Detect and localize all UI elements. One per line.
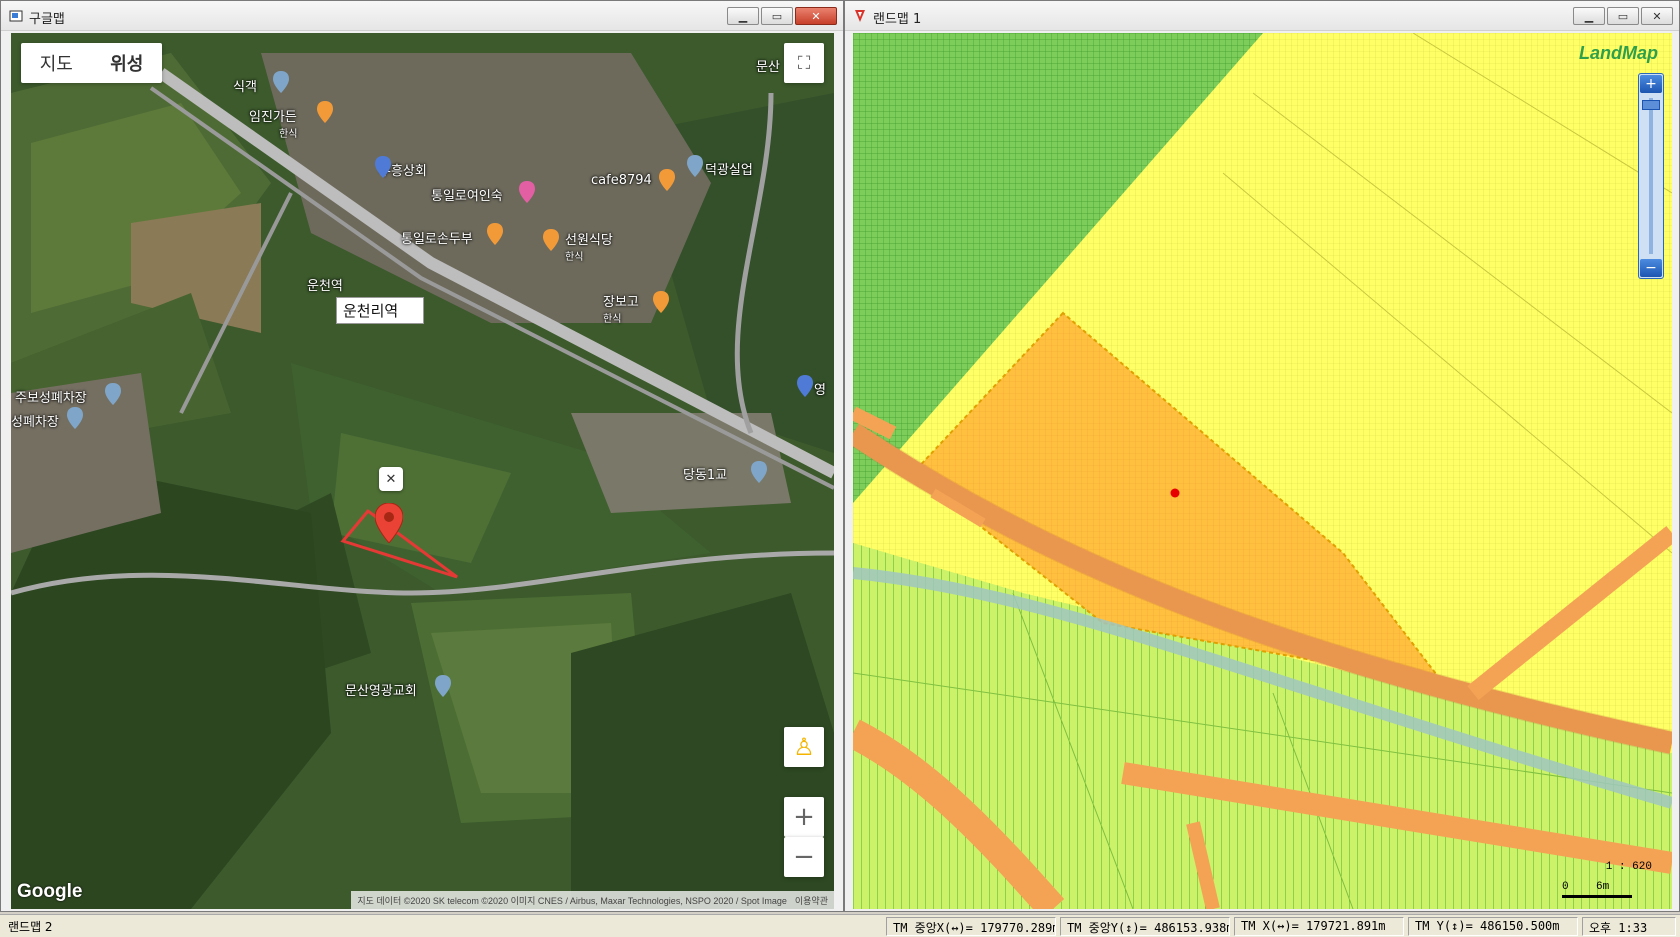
- fullscreen-icon: ⛶: [797, 52, 811, 74]
- zoom-in-button[interactable]: +: [1640, 75, 1662, 93]
- poi-label[interactable]: 문산: [756, 56, 780, 75]
- plus-icon: +: [1645, 76, 1657, 92]
- status-tm-y: TM Y(↕)= 486150.500m: [1408, 917, 1578, 936]
- zoom-out-button[interactable]: −: [1640, 259, 1662, 277]
- minimize-button[interactable]: ▁: [727, 7, 759, 25]
- cafe-pin-icon[interactable]: [659, 169, 675, 191]
- window-title: 구글맵: [29, 12, 65, 27]
- poi-label[interactable]: 덕광실업: [705, 159, 753, 178]
- street-view-pegman-button[interactable]: ♙: [784, 727, 824, 767]
- restaurant-pin-icon[interactable]: [487, 223, 503, 245]
- church-pin-icon[interactable]: [435, 675, 451, 697]
- status-time: 오후 1:33: [1582, 917, 1676, 936]
- lodging-pin-icon[interactable]: [519, 181, 535, 203]
- maximize-icon: ▭: [771, 9, 783, 23]
- close-button[interactable]: ✕: [795, 7, 837, 25]
- restaurant-pin-icon[interactable]: [543, 229, 559, 251]
- zoom-track[interactable]: [1649, 98, 1653, 254]
- minimize-button[interactable]: ▁: [1573, 7, 1605, 25]
- scale-ratio: 1 : 620: [1605, 861, 1652, 873]
- pin-icon[interactable]: [687, 155, 703, 177]
- restaurant-pin-icon[interactable]: [317, 101, 333, 123]
- scale-line: [1562, 895, 1632, 898]
- landmap-window: 랜드맵 1 ▁ ▭ ✕ LandMap + − 1: 620 0 6m: [844, 0, 1680, 912]
- zoning-map[interactable]: LandMap + − 1 : 620 0 6m: [853, 33, 1672, 909]
- poi-label[interactable]: 성폐차장: [11, 411, 59, 430]
- attribution-text: 지도 데이터 ©2020 SK telecom ©2020 이미지 CNES /…: [357, 895, 787, 906]
- minus-icon: −: [1645, 260, 1657, 276]
- pin-icon[interactable]: [67, 407, 83, 429]
- desktop: 구글맵 ▁ ▭ ✕ ✕ 운천리역 식객 임진가든 한식 부흥상회 통일로여인숙 …: [0, 0, 1680, 937]
- poi-label[interactable]: 식객: [233, 76, 257, 95]
- minimize-icon: ▁: [1584, 9, 1594, 23]
- close-icon: ✕: [811, 9, 821, 23]
- maximize-icon: ▭: [1617, 9, 1629, 23]
- scale-zero: 0: [1562, 881, 1569, 893]
- map-attribution: 지도 데이터 ©2020 SK telecom ©2020 이미지 CNES /…: [351, 891, 834, 909]
- bridge-pin-icon[interactable]: [751, 461, 767, 483]
- window-title: 랜드맵 1: [873, 12, 922, 27]
- location-pin-icon[interactable]: [375, 503, 403, 543]
- titlebar[interactable]: 구글맵 ▁ ▭ ✕: [1, 1, 843, 31]
- zoom-in-button[interactable]: +: [784, 797, 824, 837]
- minimize-icon: ▁: [738, 9, 748, 23]
- google-logo: Google: [17, 881, 83, 902]
- landmap-app-icon: [855, 10, 865, 22]
- maximize-button[interactable]: ▭: [761, 7, 793, 25]
- minus-icon: −: [793, 842, 815, 872]
- pin-icon[interactable]: [273, 71, 289, 93]
- poi-label[interactable]: 통일로손두부: [401, 228, 473, 247]
- map-type-control: 지도 위성: [21, 43, 162, 83]
- app-icon: [9, 10, 23, 22]
- status-left: 랜드맵 2: [8, 920, 53, 934]
- poi-label[interactable]: 선원식당 한식: [565, 229, 613, 263]
- zoom-handle[interactable]: [1642, 100, 1660, 110]
- maximize-button[interactable]: ▭: [1607, 7, 1639, 25]
- restaurant-pin-icon[interactable]: [653, 291, 669, 313]
- zoom-slider[interactable]: + −: [1638, 73, 1664, 279]
- landmap-logo: LandMap: [1579, 43, 1658, 63]
- close-button[interactable]: ✕: [1641, 7, 1673, 25]
- pegman-icon: ♙: [793, 733, 815, 761]
- terms-link[interactable]: 이용약관: [795, 894, 828, 907]
- plus-icon: +: [793, 802, 815, 832]
- close-icon: ✕: [1652, 9, 1662, 23]
- poi-label[interactable]: 통일로여인숙: [431, 185, 503, 204]
- poi-label[interactable]: 운천역: [307, 275, 343, 294]
- selected-place-label: 운천리역: [336, 297, 424, 324]
- poi-label[interactable]: 영: [814, 379, 826, 398]
- shopping-pin-icon[interactable]: [797, 375, 813, 397]
- scale-unit: 6m: [1596, 881, 1610, 893]
- fullscreen-button[interactable]: ⛶: [784, 43, 824, 83]
- close-icon: ✕: [385, 471, 397, 487]
- zoning-map-canvas: [853, 33, 1672, 909]
- shop-pin-icon[interactable]: [375, 156, 391, 178]
- infowindow-close-button[interactable]: ✕: [379, 467, 403, 491]
- map-type-map-button[interactable]: 지도: [21, 50, 92, 76]
- status-tm-center-x: TM 중앙X(↔)= 179770.289m: [886, 917, 1056, 936]
- poi-label[interactable]: 주보성폐차장: [15, 387, 87, 406]
- poi-label[interactable]: cafe8794: [591, 173, 652, 188]
- scale-bar: 1 : 620 0 6m: [1552, 861, 1652, 901]
- poi-label[interactable]: 문산영광교회: [345, 680, 417, 699]
- map-type-satellite-button[interactable]: 위성: [92, 50, 163, 76]
- pin-icon[interactable]: [105, 383, 121, 405]
- status-bar: 랜드맵 2 TM 중앙X(↔)= 179770.289m TM 중앙Y(↕)= …: [0, 914, 1680, 937]
- poi-label[interactable]: 장보고 한식: [603, 291, 639, 325]
- google-map-window: 구글맵 ▁ ▭ ✕ ✕ 운천리역 식객 임진가든 한식 부흥상회 통일로여인숙 …: [0, 0, 844, 912]
- zoom-out-button[interactable]: −: [784, 837, 824, 877]
- titlebar[interactable]: 랜드맵 1 ▁ ▭ ✕: [845, 1, 1679, 31]
- location-point: [1170, 488, 1180, 498]
- poi-label[interactable]: 임진가든 한식: [249, 106, 297, 140]
- satellite-map[interactable]: ✕ 운천리역 식객 임진가든 한식 부흥상회 통일로여인숙 cafe8794 덕광…: [11, 33, 834, 909]
- status-tm-x: TM X(↔)= 179721.891m: [1234, 917, 1404, 936]
- poi-label[interactable]: 당동1교: [683, 464, 727, 483]
- status-tm-center-y: TM 중앙Y(↕)= 486153.938m: [1060, 917, 1230, 936]
